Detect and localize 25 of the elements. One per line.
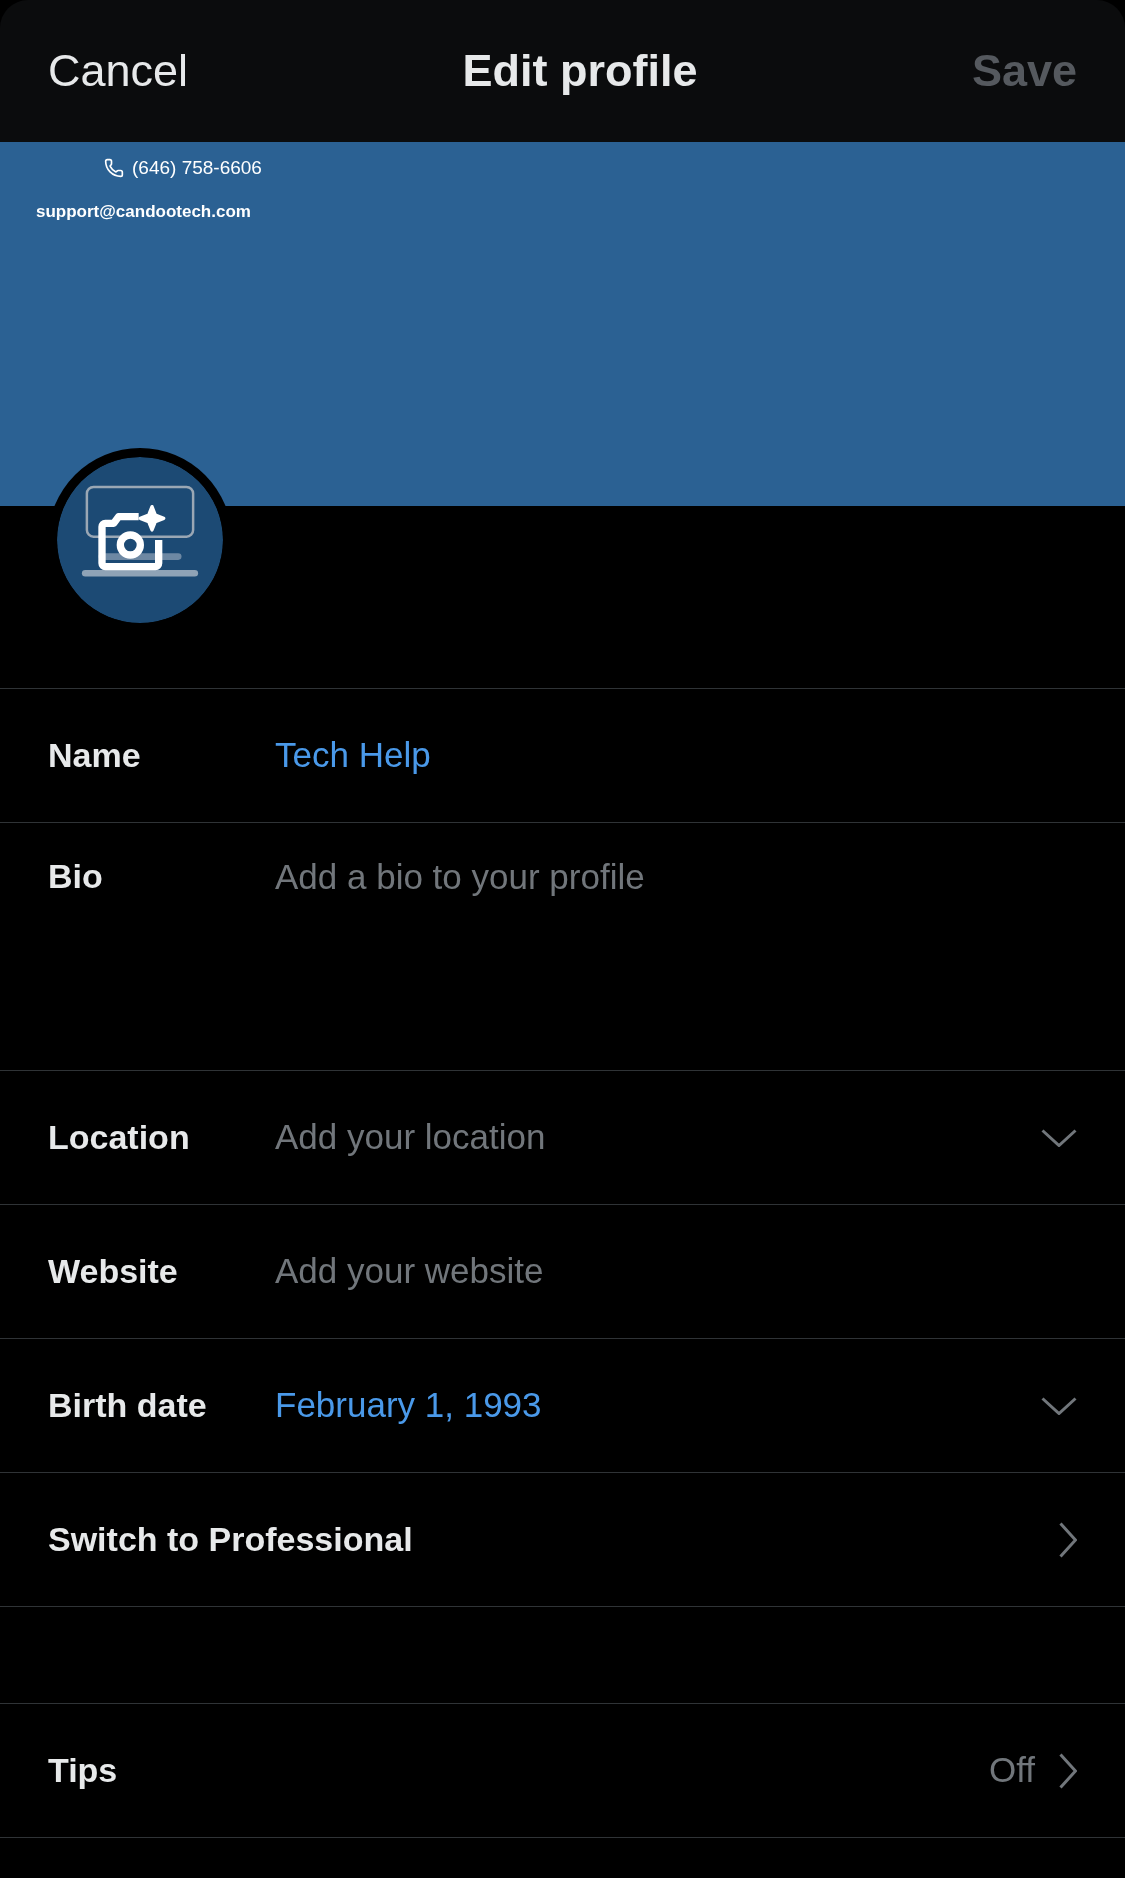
input-field[interactable]: Add your website [275,1245,1077,1298]
row-label: Tips [48,1750,119,1791]
settings-row[interactable]: Tips Off [0,1704,1125,1838]
banner-phone: (646) 758-6606 [132,156,262,180]
chevron-down-icon [1041,1396,1077,1415]
input-field[interactable]: Add your location [275,1111,1041,1164]
field-label: Bio [48,856,104,897]
chevron-right-icon [1059,1752,1077,1789]
cancel-button[interactable]: Cancel [48,37,189,105]
field-label: Website [48,1251,179,1292]
phone-icon [104,158,124,179]
field-label: Name [48,735,142,776]
page-title: Edit profile [462,44,698,99]
row-value: Off [988,1749,1035,1792]
field-label: Location [48,1117,191,1158]
settings-row[interactable]: Switch to Professional [0,1473,1125,1607]
row-label: Switch to Professional [48,1519,414,1560]
input-field[interactable]: Tech Help [275,729,1077,782]
input-field[interactable]: February 1, 1993 [275,1379,1041,1432]
field-label: Birth date [48,1385,208,1426]
profile-banner[interactable]: (646) 758-6606 support@candootech.com [0,142,1125,506]
chevron-down-icon [1041,1128,1077,1147]
banner-email: support@candootech.com [36,200,251,223]
chevron-right-icon [1059,1521,1077,1558]
bio-field[interactable]: Add a bio to your profile [275,851,1077,904]
